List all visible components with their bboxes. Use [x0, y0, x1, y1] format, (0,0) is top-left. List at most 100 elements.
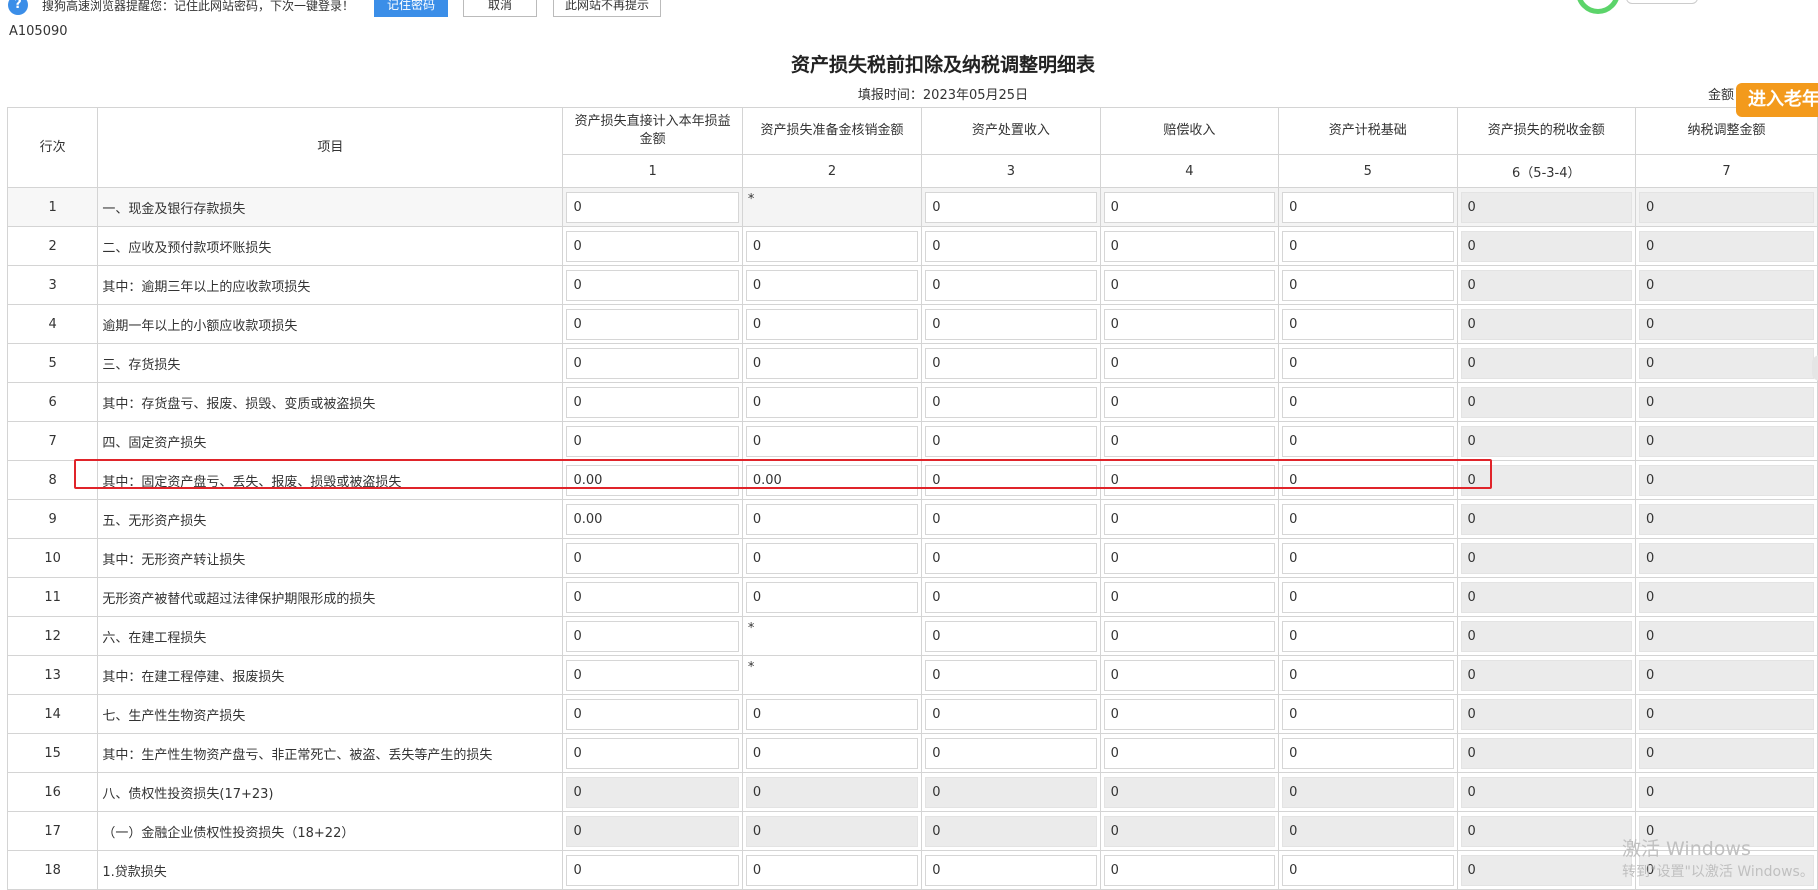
amount-input[interactable]: 0: [925, 854, 1097, 886]
amount-input[interactable]: 0: [1103, 308, 1276, 340]
amount-input[interactable]: 0: [925, 386, 1097, 418]
amount-input[interactable]: 0: [745, 386, 919, 418]
amount-input[interactable]: 0: [1103, 698, 1276, 730]
amount-input[interactable]: 0: [745, 542, 919, 574]
amount-input[interactable]: 0: [1103, 542, 1276, 574]
amount-input[interactable]: 0: [566, 269, 739, 301]
amount-input[interactable]: 0: [1103, 269, 1276, 301]
amount-input[interactable]: 0: [745, 230, 919, 262]
table-cell: 0: [1278, 421, 1458, 461]
amount-input[interactable]: 0: [1103, 191, 1276, 223]
amount-input[interactable]: 0: [566, 698, 739, 730]
amount-input[interactable]: 0: [566, 659, 739, 691]
amount-input[interactable]: 0: [1282, 191, 1454, 223]
amount-input[interactable]: 0: [1282, 620, 1454, 652]
amount-input[interactable]: 0: [745, 698, 919, 730]
amount-input[interactable]: 0: [745, 737, 919, 769]
amount-input[interactable]: 0: [566, 542, 739, 574]
amount-input[interactable]: 0: [1282, 659, 1454, 691]
amount-input[interactable]: 0: [1282, 737, 1454, 769]
table-cell: 0: [562, 343, 743, 383]
amount-input[interactable]: 0: [925, 230, 1097, 262]
amount-input[interactable]: 0: [1282, 464, 1454, 496]
amount-input[interactable]: 0: [566, 620, 739, 652]
amount-input[interactable]: 0.00: [566, 464, 739, 496]
amount-input[interactable]: 0: [566, 581, 739, 613]
row-item-label: 八、债权性投资损失(17+23): [97, 772, 564, 812]
amount-input[interactable]: 0: [925, 191, 1097, 223]
amount-input[interactable]: 0: [745, 347, 919, 379]
amount-input[interactable]: 0: [745, 269, 919, 301]
table-cell: 0: [921, 460, 1101, 500]
amount-input[interactable]: 0: [1103, 854, 1276, 886]
amount-input[interactable]: 0.00: [745, 464, 919, 496]
amount-input[interactable]: 0: [925, 308, 1097, 340]
table-cell: 0: [741, 772, 923, 812]
amount-input[interactable]: 0: [745, 581, 919, 613]
amount-input[interactable]: 0: [1103, 464, 1276, 496]
amount-input[interactable]: 0: [1282, 854, 1454, 886]
never-remind-button[interactable]: 此网站不再提示: [553, 0, 661, 17]
readonly-amount-field: 0: [1460, 659, 1633, 691]
amount-input[interactable]: 0: [925, 737, 1097, 769]
amount-input[interactable]: 0: [1282, 698, 1454, 730]
amount-input[interactable]: 0: [925, 464, 1097, 496]
amount-input[interactable]: 0: [1282, 269, 1454, 301]
amount-input[interactable]: 0: [1282, 230, 1454, 262]
table-cell: 0: [562, 850, 743, 890]
header-disposal-income: 资产处置收入: [921, 107, 1101, 155]
table-cell: 0: [741, 850, 923, 890]
amount-input[interactable]: 0: [1103, 503, 1276, 535]
amount-input[interactable]: 0: [566, 854, 739, 886]
amount-input[interactable]: 0: [1103, 620, 1276, 652]
amount-input[interactable]: 0: [925, 347, 1097, 379]
remember-password-button[interactable]: 记住密码: [374, 0, 448, 17]
readonly-amount-field: 0: [1639, 659, 1814, 691]
amount-input[interactable]: 0: [925, 659, 1097, 691]
amount-input[interactable]: 0: [1103, 737, 1276, 769]
amount-input[interactable]: 0: [745, 425, 919, 457]
page-title: 资产损失税前扣除及纳税调整明细表: [790, 54, 1095, 76]
amount-input[interactable]: 0: [925, 581, 1097, 613]
amount-input[interactable]: 0: [925, 542, 1097, 574]
amount-input[interactable]: 0: [1282, 425, 1454, 457]
cancel-button[interactable]: 取消: [463, 0, 537, 17]
amount-input[interactable]: 0: [745, 854, 919, 886]
side-tab-handle[interactable]: [1812, 355, 1818, 381]
amount-input[interactable]: 0: [1282, 308, 1454, 340]
readonly-amount-field: 0: [1639, 503, 1814, 535]
table-cell: 0: [1456, 187, 1637, 227]
amount-input[interactable]: 0: [1103, 230, 1276, 262]
amount-input[interactable]: 0: [1282, 581, 1454, 613]
amount-input[interactable]: 0: [1282, 542, 1454, 574]
amount-input[interactable]: 0: [566, 425, 739, 457]
table-cell: 0: [1635, 226, 1818, 266]
amount-input[interactable]: 0: [925, 503, 1097, 535]
amount-input[interactable]: 0: [1282, 503, 1454, 535]
amount-input[interactable]: 0: [1103, 347, 1276, 379]
amount-input[interactable]: 0: [925, 269, 1097, 301]
table-cell: 0: [921, 655, 1101, 695]
amount-input[interactable]: 0: [925, 620, 1097, 652]
amount-input[interactable]: 0: [566, 386, 739, 418]
amount-input[interactable]: 0: [566, 191, 739, 223]
amount-input[interactable]: 0.00: [566, 503, 739, 535]
amount-input[interactable]: 0: [1103, 659, 1276, 691]
amount-input[interactable]: 0: [1282, 347, 1454, 379]
amount-input[interactable]: 0: [566, 347, 739, 379]
amount-input[interactable]: 0: [566, 230, 739, 262]
table-cell: 0: [1635, 577, 1818, 617]
readonly-amount-field: 0: [1460, 503, 1633, 535]
amount-input[interactable]: 0: [745, 308, 919, 340]
amount-input[interactable]: 0: [1103, 386, 1276, 418]
amount-input[interactable]: 0: [1103, 425, 1276, 457]
readonly-amount-field: 0: [1460, 269, 1633, 301]
amount-input[interactable]: 0: [745, 503, 919, 535]
amount-input[interactable]: 0: [925, 698, 1097, 730]
amount-input[interactable]: 0: [1103, 581, 1276, 613]
elder-mode-button[interactable]: 进入老年: [1736, 83, 1818, 117]
amount-input[interactable]: 0: [1282, 386, 1454, 418]
amount-input[interactable]: 0: [566, 308, 739, 340]
amount-input[interactable]: 0: [925, 425, 1097, 457]
amount-input[interactable]: 0: [566, 737, 739, 769]
